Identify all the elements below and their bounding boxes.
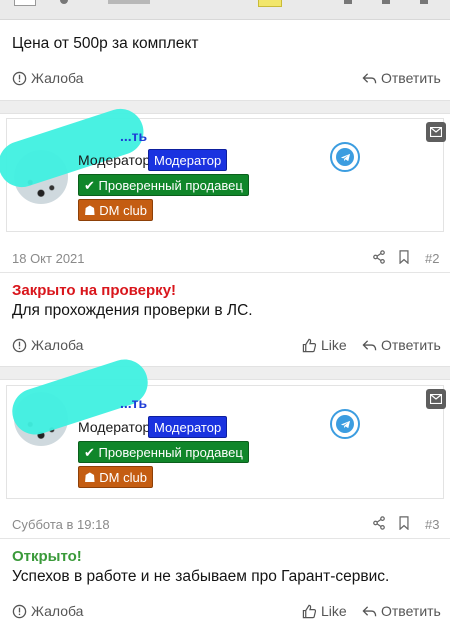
thumbs-up-icon (302, 338, 317, 352)
thread-status: Закрыто на проверку! (12, 282, 177, 299)
moderator-badge: Модератор (148, 149, 228, 171)
report-label: Жалоба (31, 603, 84, 619)
post-number[interactable]: #3 (425, 517, 439, 532)
top-toolbar (0, 0, 450, 20)
report-icon (12, 71, 27, 85)
report-link[interactable]: Жалоба (12, 598, 83, 624)
mail-icon[interactable] (426, 389, 446, 409)
telegram-icon[interactable] (330, 142, 360, 172)
report-link[interactable]: Жалоба (12, 332, 83, 358)
user-title: Модератор (78, 152, 151, 168)
divider (0, 272, 450, 273)
report-icon (12, 338, 27, 352)
report-icon (12, 604, 27, 618)
share-icon[interactable] (372, 250, 386, 264)
reply-link[interactable]: Ответить (362, 332, 441, 358)
reply-link[interactable]: Ответить (362, 598, 441, 624)
post-actions: Жалоба Like Ответить (0, 332, 450, 358)
like-link[interactable]: Like (302, 332, 347, 358)
toolbar-label (108, 0, 150, 4)
report-label: Жалоба (31, 337, 84, 353)
reply-icon (362, 339, 377, 350)
thumbs-up-icon (302, 604, 317, 618)
toolbar-button[interactable] (14, 0, 36, 6)
post-message: Цена от 500р за комплект (12, 35, 199, 52)
post-message: Успехов в работе и не забываем про Гаран… (12, 568, 390, 585)
verified-seller-badge: ✔ Проверенный продавец (78, 174, 249, 196)
club-badge: ☗ DM club (78, 199, 153, 221)
user-title: Модератор (78, 419, 151, 435)
reply-label: Ответить (381, 337, 441, 353)
like-link[interactable]: Like (302, 598, 347, 624)
username-link[interactable]: ...ть (120, 128, 147, 144)
post-date[interactable]: Суббота в 19:18 (12, 517, 110, 532)
like-label: Like (321, 603, 347, 619)
verified-seller-label: Проверенный продавец (98, 445, 243, 460)
bookmark-icon[interactable] (398, 516, 410, 530)
toolbar-highlight-button[interactable] (258, 0, 282, 7)
like-label: Like (321, 337, 347, 353)
divider (0, 538, 450, 539)
reply-link[interactable]: Ответить (362, 65, 441, 91)
toolbar-icon[interactable] (420, 0, 428, 4)
post-meta-icons (372, 248, 410, 266)
bookmark-icon[interactable] (398, 250, 410, 264)
club-label: DM club (99, 203, 147, 218)
club-badge: ☗ DM club (78, 466, 153, 488)
reply-label: Ответить (381, 603, 441, 619)
mail-icon[interactable] (426, 122, 446, 142)
post-meta-icons (372, 514, 410, 532)
toolbar-icon[interactable] (382, 0, 390, 4)
share-icon[interactable] (372, 516, 386, 530)
post-actions: Жалоба Ответить (0, 65, 450, 91)
club-label: DM club (99, 470, 147, 485)
toolbar-icon[interactable] (344, 0, 352, 4)
telegram-icon[interactable] (330, 409, 360, 439)
reply-icon (362, 605, 377, 616)
report-label: Жалоба (31, 70, 84, 86)
thread-status: Открыто! (12, 548, 82, 565)
moderator-badge: Модератор (148, 416, 228, 438)
verified-seller-label: Проверенный продавец (98, 178, 243, 193)
report-link[interactable]: Жалоба (12, 65, 83, 91)
post-number[interactable]: #2 (425, 251, 439, 266)
toolbar-icon[interactable] (60, 0, 68, 4)
reply-icon (362, 72, 377, 83)
post-date[interactable]: 18 Окт 2021 (12, 251, 85, 266)
post-separator (0, 100, 450, 114)
verified-seller-badge: ✔ Проверенный продавец (78, 441, 249, 463)
username-link[interactable]: ...ть (120, 395, 147, 411)
reply-label: Ответить (381, 70, 441, 86)
post-message: Для прохождения проверки в ЛС. (12, 302, 253, 319)
post-actions: Жалоба Like Ответить (0, 598, 450, 624)
